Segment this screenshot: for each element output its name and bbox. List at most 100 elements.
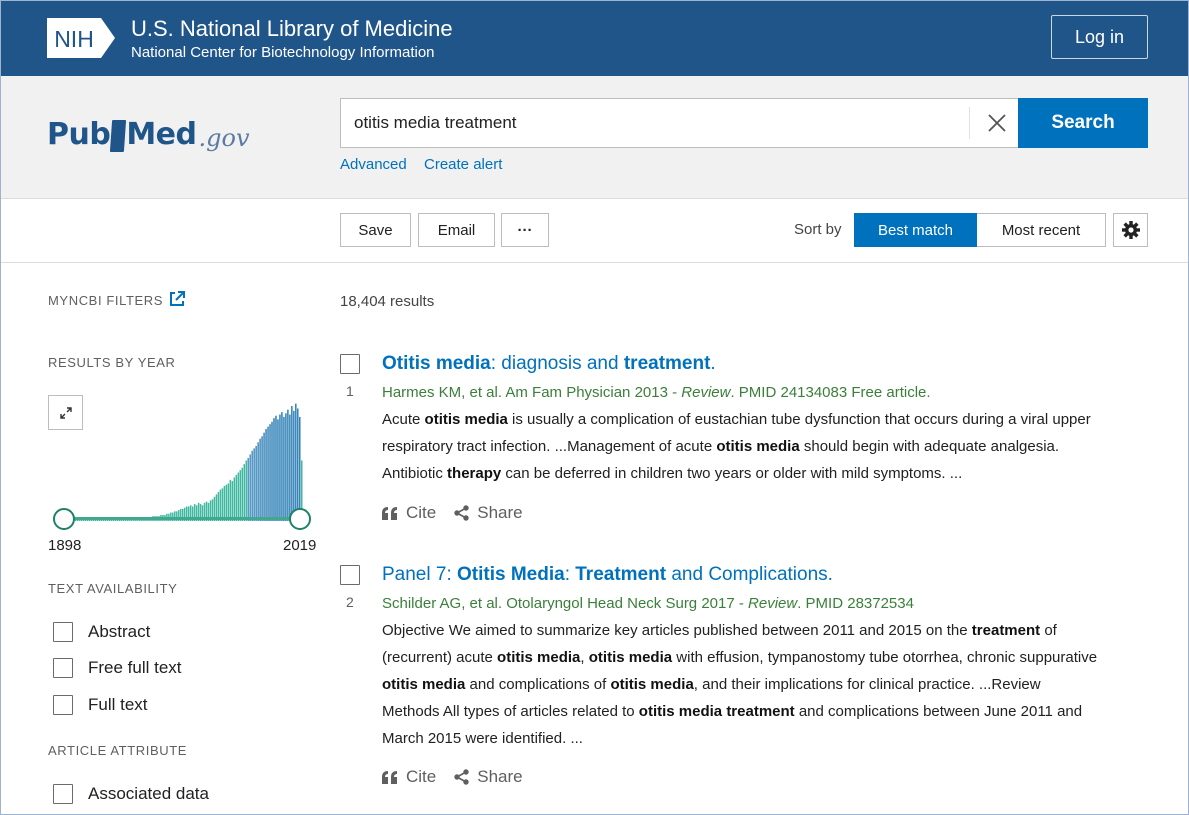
highlighted-term: otitis media [424,411,508,428]
filter-associated-data[interactable]: Associated data [53,784,209,804]
highlighted-term: otitis media [497,649,581,666]
logo-pub: Pub [47,117,111,152]
highlighted-term: otitis media [382,676,466,693]
histogram-bar [267,426,269,521]
filter-label: Free full text [88,658,182,677]
histogram-bar [247,458,249,521]
histogram-bar [249,454,251,521]
text-run: , [580,649,589,666]
expand-icon [59,406,72,419]
histogram-bar [299,416,301,521]
share-label: Share [477,503,523,522]
cite-button[interactable]: Cite [382,767,436,787]
year-end-handle[interactable] [289,508,311,530]
histogram-bar [239,470,242,521]
filter-free-full-text[interactable]: Free full text [53,658,182,678]
filter-abstract[interactable]: Abstract [53,622,150,642]
share-button[interactable]: Share [454,503,523,523]
histogram-bar [259,438,261,521]
cite-button[interactable]: Cite [382,503,436,523]
text-run: Objective We aimed to summarize key arti… [382,622,972,639]
checkbox[interactable] [53,658,73,678]
histogram-bar [281,412,283,521]
checkbox[interactable] [53,622,73,642]
search-box [340,98,1018,148]
share-label: Share [477,767,523,786]
result-title-link[interactable]: Panel 7: Otitis Media: Treatment and Com… [382,564,833,586]
login-button[interactable]: Log in [1051,15,1148,59]
result-checkbox[interactable] [340,354,360,374]
search-button[interactable]: Search [1018,98,1148,148]
year-end-label: 2019 [283,537,317,554]
citation-pmid: . PMID 28372534 [797,595,914,612]
histogram-bar [265,429,267,521]
results-by-year-histogram [63,403,303,521]
result-checkbox[interactable] [340,565,360,585]
text-availability-heading: TEXT AVAILABILITY [48,581,178,596]
histogram-bar [261,436,263,521]
highlighted-term: Otitis Media [457,564,565,585]
filter-label: Associated data [88,784,209,803]
text-run: can be deferred in children two years or… [501,465,963,482]
share-button[interactable]: Share [454,767,523,787]
histogram-bar [233,477,236,521]
advanced-search-link[interactable]: Advanced [340,156,407,173]
histogram-bar [271,421,273,521]
citation-authors: Harmes KM, et al. Am Fam Physician 2013 … [382,384,682,401]
year-range-track[interactable] [64,517,301,520]
checkbox[interactable] [53,695,73,715]
results-by-year-heading: RESULTS BY YEAR [48,355,176,370]
result-actions: Cite Share [382,767,541,787]
text-run: and Complications. [666,564,833,585]
pubmed-page: NIH U.S. National Library of Medicine Na… [0,0,1189,815]
text-run: and complications of [465,676,611,693]
citation-pmid: . PMID 24134083 Free article. [730,384,931,401]
histogram-bar [297,408,299,521]
cite-label: Cite [406,503,437,522]
text-run: : [564,564,576,585]
close-icon [988,114,1006,132]
book-icon [110,120,127,152]
quote-icon [382,506,398,520]
citation-authors: Schilder AG, et al. Otolaryngol Head Nec… [382,595,749,612]
result-number: 2 [346,594,354,610]
share-icon [454,505,469,521]
display-options-button[interactable] [1113,213,1148,247]
histogram-bar [255,445,257,521]
histogram-bar [237,472,240,521]
result-number: 1 [346,383,354,399]
nih-title[interactable]: U.S. National Library of Medicine [131,16,453,42]
gear-icon [1121,221,1140,239]
create-alert-link[interactable]: Create alert [424,156,502,173]
histogram-bar [245,460,247,521]
highlighted-term: treatment [971,622,1041,639]
pubmed-logo[interactable]: Pub Med .gov [47,94,250,152]
email-button[interactable]: Email [418,213,495,247]
save-button[interactable]: Save [340,213,411,247]
year-start-handle[interactable] [53,508,75,530]
result-title-link[interactable]: Otitis media: diagnosis and treatment. [382,353,716,375]
share-icon [454,769,469,785]
nih-logo[interactable]: NIH [47,18,115,58]
result-actions: Cite Share [382,503,541,523]
filter-label: Full text [88,695,148,714]
histogram-bar [231,481,234,521]
checkbox[interactable] [53,784,73,804]
expand-timeline-button[interactable] [48,395,83,430]
highlighted-term: Otitis media [382,353,491,374]
filter-full-text[interactable]: Full text [53,695,148,715]
external-link-icon[interactable] [168,290,186,308]
search-input[interactable] [354,99,954,147]
myncbi-filters-label: MYNCBI FILTERS [48,293,164,308]
nih-banner: NIH U.S. National Library of Medicine Na… [1,1,1188,76]
sort-most-recent-button[interactable]: Most recent [977,213,1106,247]
sort-best-match-button[interactable]: Best match [854,213,977,247]
logo-gov: .gov [198,124,250,152]
highlighted-term: otitis media [716,438,800,455]
histogram-bar [293,410,295,521]
text-run: . [710,353,716,374]
more-actions-button[interactable]: ··· [501,213,549,247]
highlighted-term: otitis media [610,676,694,693]
clear-search-button[interactable] [977,99,1017,147]
search-band: Pub Med .gov Search Advanced Create aler… [1,76,1188,199]
